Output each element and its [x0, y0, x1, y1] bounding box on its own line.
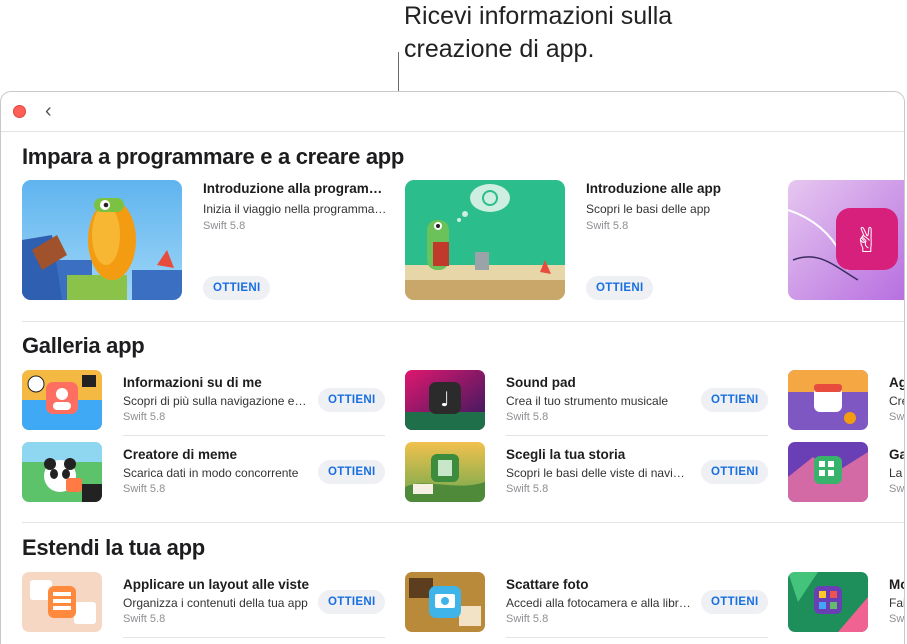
row-separator — [506, 637, 768, 638]
item-title: Ga — [889, 447, 904, 462]
get-button[interactable]: OTTIENI — [701, 460, 769, 484]
section-divider — [22, 321, 904, 322]
item-title: Informazioni su di me — [123, 375, 262, 390]
item-thumbnail — [788, 370, 868, 430]
item-subtitle: Scarica dati in modo concorrente — [123, 466, 299, 480]
item-version: Swift 5.8 — [889, 483, 905, 495]
item-title: Sound pad — [506, 375, 576, 390]
card-title: Introduzione alle app — [586, 181, 722, 196]
card-thumbnail — [22, 180, 182, 300]
item-version: Swift 5.8 — [506, 483, 549, 495]
card-title: Introduzione alla programmazione — [203, 181, 388, 196]
list-item-about-me[interactable]: Informazioni su di me Scopri di più sull… — [22, 370, 387, 436]
app-window: ‹ Impara a programmare e a creare app In… — [0, 91, 905, 644]
item-subtitle: La — [889, 466, 903, 480]
item-version: Swift 5.8 — [123, 613, 166, 625]
item-version: Swift 5.8 — [506, 411, 549, 423]
item-title: Applicare un layout alle viste — [123, 577, 310, 592]
get-button[interactable]: OTTIENI — [701, 590, 769, 614]
row-separator — [506, 435, 768, 436]
callout-text: Ricevi informazioni sulla creazione di a… — [404, 2, 673, 63]
item-subtitle: Cre — [889, 394, 904, 408]
section-title-learn: Impara a programmare e a creare app — [22, 144, 405, 169]
item-thumbnail — [405, 442, 485, 502]
list-item-partial-1[interactable]: Ag Cre Swift 5.8 — [788, 370, 905, 430]
item-thumbnail — [22, 442, 102, 502]
item-version: Swift 5.8 — [506, 613, 549, 625]
item-thumbnail: ♩ — [405, 370, 485, 430]
row-separator — [123, 435, 385, 436]
item-subtitle: Scopri le basi delle viste di navigazion… — [506, 466, 691, 480]
list-item-meme-creator[interactable]: Creatore di meme Scarica dati in modo co… — [22, 442, 387, 502]
card-thumbnail — [405, 180, 565, 300]
get-button[interactable]: OTTIENI — [701, 388, 769, 412]
item-version: Swift 5.8 — [123, 411, 166, 423]
card-version: Swift 5.8 — [203, 220, 246, 232]
card-intro-programming[interactable]: Introduzione alla programmazione Inizia … — [22, 180, 392, 302]
item-version: Swift 5.8 — [889, 613, 905, 625]
item-thumbnail — [22, 572, 102, 632]
get-button[interactable]: OTTIENI — [318, 388, 386, 412]
item-subtitle: Crea il tuo strumento musicale — [506, 394, 669, 408]
item-title: Creatore di meme — [123, 447, 238, 462]
item-thumbnail — [788, 572, 868, 632]
section-divider — [22, 522, 904, 523]
list-item-layout[interactable]: Applicare un layout alle viste Organizza… — [22, 572, 387, 632]
item-title: Ag — [889, 375, 904, 390]
get-button[interactable]: OTTIENI — [318, 590, 386, 614]
item-thumbnail — [405, 572, 485, 632]
item-thumbnail — [22, 370, 102, 430]
card-subtitle: Inizia il viaggio nella programmazione — [203, 202, 388, 216]
get-button[interactable]: OTTIENI — [318, 460, 386, 484]
card-thumbnail: ✌ — [788, 180, 904, 300]
item-thumbnail — [788, 442, 868, 502]
item-title: Mo — [889, 577, 904, 592]
item-subtitle: Accedi alla fotocamera e alla libreria — [506, 596, 691, 610]
list-item-partial-2[interactable]: Ga La Swift 5.8 — [788, 442, 905, 502]
list-item-sound-pad[interactable]: ♩ Sound pad Crea il tuo strumento musica… — [405, 370, 770, 436]
card-partial[interactable]: ✌ — [788, 180, 904, 302]
item-subtitle: Organizza i contenuti della tua app — [123, 596, 308, 610]
list-item-partial-3[interactable]: Mo Fai Swift 5.8 — [788, 572, 905, 632]
card-subtitle: Scopri le basi delle app — [586, 202, 711, 216]
svg-text:✌: ✌ — [853, 221, 882, 261]
close-window-button[interactable] — [13, 105, 26, 118]
get-button[interactable]: OTTIENI — [586, 276, 654, 300]
item-subtitle: Fai — [889, 596, 905, 610]
item-title: Scegli la tua storia — [506, 447, 626, 462]
item-version: Swift 5.8 — [889, 411, 905, 423]
list-item-choose-story[interactable]: Scegli la tua storia Scopri le basi dell… — [405, 442, 770, 502]
svg-text:♩: ♩ — [440, 387, 449, 411]
row-separator — [123, 637, 385, 638]
item-version: Swift 5.8 — [123, 483, 166, 495]
section-title-gallery: Galleria app — [22, 333, 145, 358]
item-title: Scattare foto — [506, 577, 589, 592]
section-title-extend: Estendi la tua app — [22, 535, 205, 560]
get-button[interactable]: OTTIENI — [203, 276, 271, 300]
card-intro-apps[interactable]: Introduzione alle app Scopri le basi del… — [405, 180, 775, 302]
card-version: Swift 5.8 — [586, 220, 629, 232]
item-subtitle: Scopri di più sulla navigazione e le vis… — [123, 394, 308, 408]
titlebar: ‹ — [1, 92, 904, 132]
back-button[interactable]: ‹ — [45, 100, 65, 122]
list-item-take-photos[interactable]: Scattare foto Accedi alla fotocamera e a… — [405, 572, 770, 632]
